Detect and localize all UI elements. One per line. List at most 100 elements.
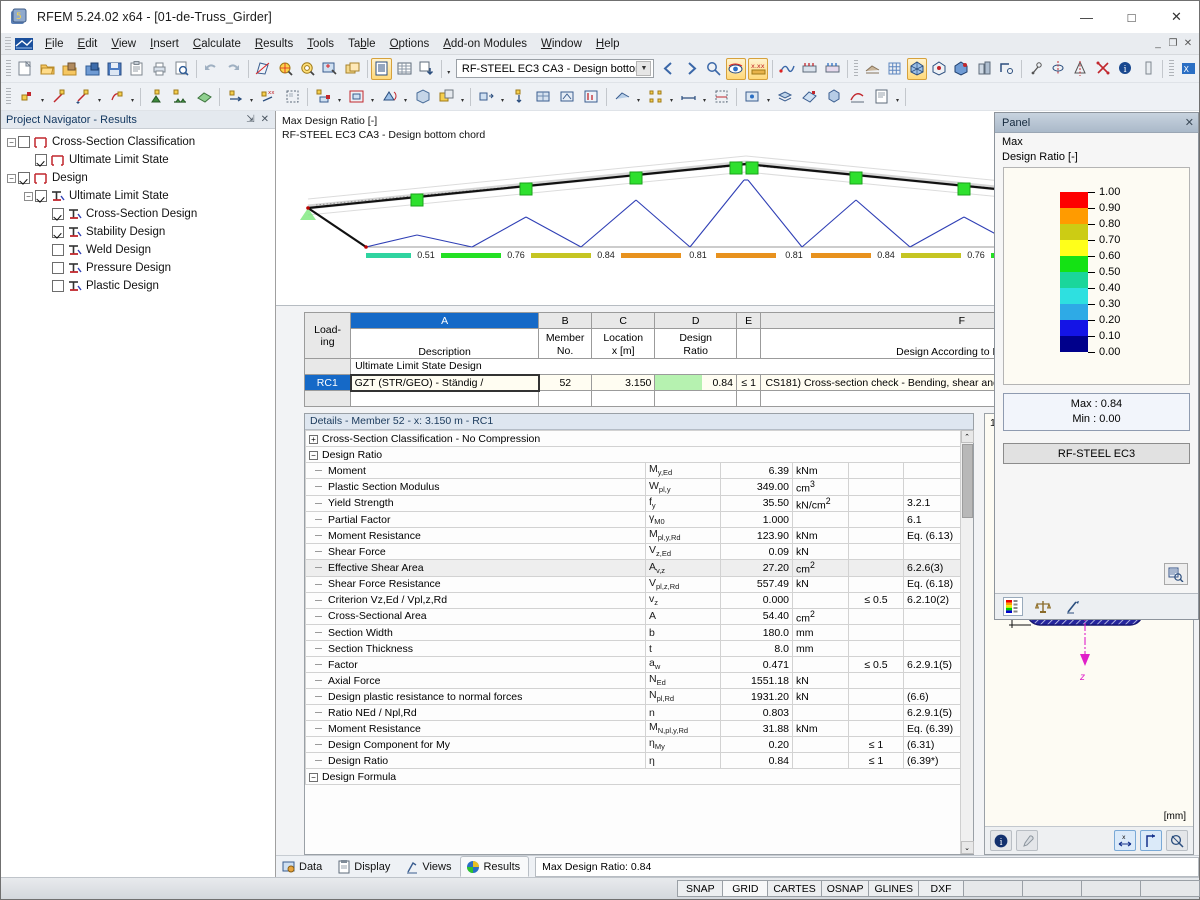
notes-icon[interactable]	[1138, 58, 1158, 80]
details-row[interactable]: Cross-Sectional Area A 54.40 cm2	[305, 607, 960, 625]
align-dropdown[interactable]: ▾	[368, 86, 377, 108]
details-row[interactable]: Design Component for My ηMy 0.20 ≤ 1 (6.31)	[305, 736, 960, 753]
menu-file[interactable]: File	[38, 36, 71, 52]
details-row[interactable]: Design Ratio η 0.84 ≤ 1 (6.39*)	[305, 752, 960, 769]
tree-expander[interactable]: −	[7, 137, 16, 147]
redo-icon[interactable]	[223, 58, 243, 80]
toolbar2-grip-1[interactable]	[6, 87, 11, 106]
close-button[interactable]: ✕	[1154, 1, 1199, 33]
menu-options[interactable]: Options	[383, 36, 437, 52]
snap-to-node-icon[interactable]	[508, 86, 530, 108]
wireframe-icon[interactable]	[929, 58, 949, 80]
details-row[interactable]: Criterion Vz,Ed / Vpl,z,Rd vz 0.000 ≤ 0.5 6.…	[305, 591, 960, 609]
details-row[interactable]: Design plastic resistance to normal forc…	[305, 688, 960, 705]
menu-tools[interactable]: Tools	[300, 36, 341, 52]
visibility-icon[interactable]	[741, 86, 763, 108]
intersect-icon[interactable]	[1093, 58, 1113, 80]
clipboard-icon[interactable]	[127, 58, 147, 80]
details-row[interactable]: Factor aw 0.471 ≤ 0.5 6.2.9.1(5)	[305, 656, 960, 673]
section-view-icon[interactable]	[997, 58, 1017, 80]
empty-cell[interactable]	[654, 390, 737, 407]
rotate-icon[interactable]	[1048, 58, 1068, 80]
mirror-object-icon[interactable]	[475, 86, 497, 108]
model-view-3-icon[interactable]	[580, 86, 602, 108]
section-cut-icon[interactable]	[710, 86, 732, 108]
group-expander[interactable]: +	[309, 434, 318, 444]
printout-dropdown[interactable]: ▾	[893, 86, 902, 108]
new-surface-icon[interactable]	[105, 86, 127, 108]
cell-location[interactable]: 3.150	[590, 374, 656, 391]
group-objects-icon[interactable]	[435, 86, 457, 108]
node-grid-icon[interactable]	[644, 86, 666, 108]
status-toggle-osnap[interactable]: OSNAP	[820, 880, 870, 897]
tree-item-stability-design[interactable]: Stability Design	[1, 223, 275, 241]
details-row[interactable]: Section Width b 180.0 mm	[305, 624, 960, 641]
zoom-off-icon[interactable]	[1166, 830, 1188, 851]
result-case-combo[interactable]: RF-STEEL EC3 CA3 - Design bottom chord ▼	[455, 59, 655, 78]
dimension-x-icon[interactable]: x	[1114, 830, 1136, 851]
rotate-object-icon[interactable]	[378, 86, 400, 108]
menu-insert[interactable]: Insert	[143, 36, 186, 52]
save-icon[interactable]	[104, 58, 124, 80]
details-row[interactable]: Moment My,Ed 6.39 kNm	[305, 462, 960, 479]
tree-checkbox[interactable]	[52, 244, 64, 256]
rf-steel-ec3-button[interactable]: RF-STEEL EC3	[1003, 443, 1190, 464]
generate-surface-icon[interactable]	[611, 86, 633, 108]
details-row[interactable]: Partial Factor γM0 1.000 6.1	[305, 511, 960, 528]
status-toggle-snap[interactable]: SNAP	[677, 880, 724, 897]
group-row-handle[interactable]	[303, 358, 352, 375]
menu-results[interactable]: Results	[248, 36, 300, 52]
pin-icon[interactable]: ⇲	[246, 114, 254, 125]
cell-ratio[interactable]: 0.84	[701, 374, 737, 391]
new-file-icon[interactable]	[15, 58, 35, 80]
open-model-icon[interactable]	[82, 58, 102, 80]
group-dropdown[interactable]: ▾	[458, 86, 467, 108]
panel-tab-colorscale[interactable]	[1003, 597, 1023, 616]
tree-checkbox[interactable]	[52, 262, 64, 274]
details-scrollbar[interactable]: ⌃ ⌄	[960, 430, 974, 854]
mdi-close-button[interactable]: ✕	[1181, 38, 1195, 49]
node-grid-dropdown[interactable]: ▾	[667, 86, 676, 108]
column-header-a[interactable]: A	[350, 312, 540, 329]
tree-item-cross-section-classification[interactable]: − Cross-Section Classification	[1, 133, 275, 151]
excel-export-icon[interactable]: X	[1178, 58, 1198, 80]
generate-surface-dropdown[interactable]: ▾	[634, 86, 643, 108]
new-node-icon[interactable]	[15, 86, 37, 108]
nodal-load-icon[interactable]	[224, 86, 246, 108]
show-table-icon[interactable]	[371, 57, 392, 80]
align-objects-icon[interactable]	[345, 86, 367, 108]
tab-data[interactable]: Data	[276, 856, 331, 877]
details-row[interactable]: Moment Resistance Mpl,y,Rd 123.90 kNm Eq. (6…	[305, 527, 960, 544]
dimension-dropdown[interactable]: ▾	[700, 86, 709, 108]
column-header-c[interactable]: C	[590, 312, 656, 329]
new-member-icon[interactable]	[72, 86, 94, 108]
scroll-thumb[interactable]	[961, 444, 973, 518]
details-row[interactable]: Axial Force NEd 1551.18 kN	[305, 672, 960, 689]
tree-item-plastic-design[interactable]: Plastic Design	[1, 277, 275, 295]
status-toggle-grid[interactable]: GRID	[722, 880, 769, 897]
tree-checkbox[interactable]	[18, 136, 30, 148]
tree-expander[interactable]: −	[24, 191, 33, 201]
tree-item-weld-design[interactable]: Weld Design	[1, 241, 275, 259]
next-case-icon[interactable]	[681, 58, 701, 80]
toolbar-overflow-1[interactable]: ▾	[445, 58, 453, 80]
measure-icon[interactable]	[1026, 58, 1046, 80]
close-navigator-icon[interactable]: ✕	[261, 114, 269, 125]
tree-item-design[interactable]: − Design	[1, 169, 275, 187]
toolbar-grip-1[interactable]	[6, 59, 11, 78]
scroll-up-button[interactable]: ⌃	[960, 430, 974, 443]
layers-icon[interactable]	[774, 86, 796, 108]
tab-results[interactable]: Results	[460, 856, 530, 877]
details-group-classification[interactable]: + Cross-Section Classification - No Compr…	[305, 430, 960, 447]
tree-checkbox[interactable]	[52, 226, 64, 238]
menu-edit[interactable]: Edit	[71, 36, 105, 52]
details-row[interactable]: Shear Force Resistance Vpl,z,Rd 557.49 kN Eq…	[305, 575, 960, 593]
status-toggle-dxf[interactable]: DXF	[918, 880, 964, 897]
column-header-d[interactable]: D	[654, 312, 737, 329]
printout-report-icon[interactable]	[870, 86, 892, 108]
model-view-2-icon[interactable]	[556, 86, 578, 108]
member-load-icon[interactable]: xx	[257, 86, 279, 108]
tab-views[interactable]: Views	[399, 856, 460, 877]
menu-view[interactable]: View	[104, 36, 143, 52]
details-row[interactable]: Plastic Section Modulus Wpl,y 349.00 cm3	[305, 478, 960, 496]
